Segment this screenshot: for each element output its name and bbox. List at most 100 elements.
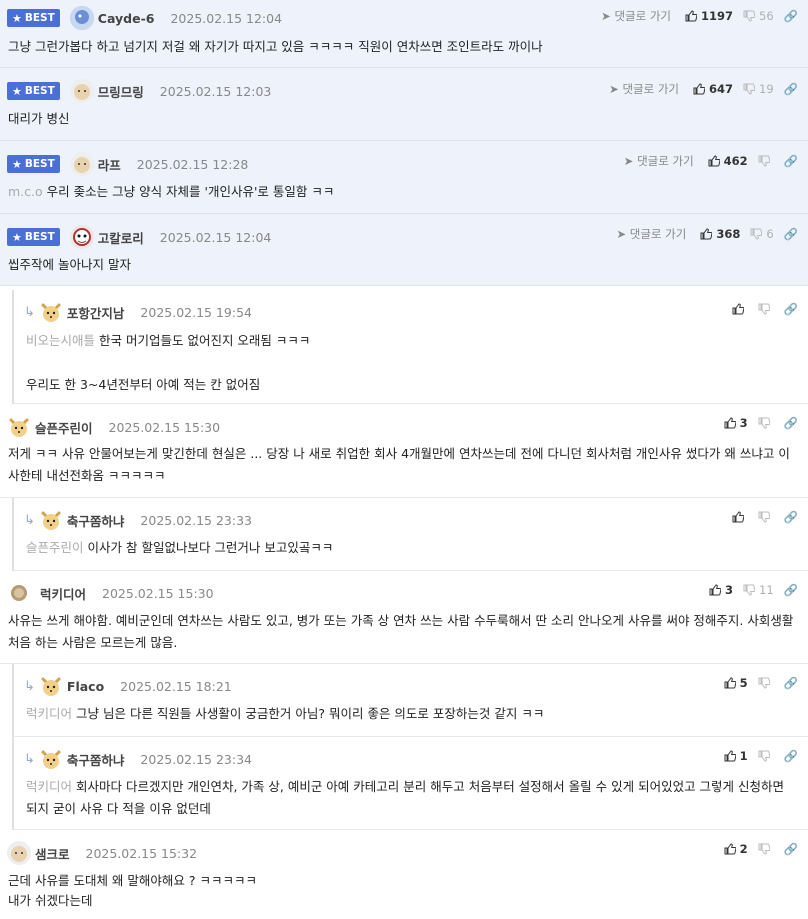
mention[interactable]: 슬픈주린이 [26, 540, 84, 555]
mention[interactable]: 비오는시애틀 [26, 333, 95, 348]
nickname[interactable]: 라프 [98, 155, 121, 174]
comment: 샘크로 2025.02.15 15:32 2 🔗 근데 사유를 도대체 왜 말해… [0, 830, 808, 919]
link-icon[interactable]: 🔗 [784, 82, 798, 96]
comment-text: 럭키디어 회사마다 다르겠지만 개인연차, 가족 상, 예비군 아예 카테고리 분… [26, 779, 785, 816]
downvote-button[interactable]: 6 [750, 227, 774, 241]
reply-comment: ↳ 축구쫌하냐 2025.02.15 23:33 🔗 슬픈주린이 이사가 참 할일… [12, 498, 808, 571]
downvote-button[interactable]: 19 [743, 82, 774, 96]
nickname[interactable]: 축구쫌하냐 [67, 511, 125, 530]
comment-text: 씹주작에 놀아나지 말자 [8, 257, 131, 272]
reply-comment: ↳ Flaco 2025.02.15 18:21 5 🔗 럭키디어 그냥 님은 다… [12, 664, 808, 737]
nickname[interactable]: 슬픈주린이 [35, 418, 93, 437]
downvote-button[interactable]: 56 [743, 9, 774, 23]
upvote-button[interactable]: 368 [700, 227, 740, 241]
goto-comment-link[interactable]: ➤ 댓글로 가기 [624, 153, 694, 169]
avatar[interactable] [7, 415, 31, 439]
goto-comment-link[interactable]: ➤ 댓글로 가기 [609, 81, 679, 97]
downvote-button[interactable]: 11 [743, 583, 774, 597]
nickname[interactable]: 므링므링 [98, 82, 144, 101]
goto-comment-link[interactable]: ➤ 댓글로 가기 [616, 226, 686, 242]
upvote-button[interactable]: 1 [724, 749, 748, 763]
avatar[interactable] [38, 300, 63, 324]
nickname[interactable]: Flaco [67, 679, 104, 694]
nickname[interactable]: 럭키디어 [40, 584, 86, 603]
comment-text: 비오는시애틀 한국 머기업들도 없어진지 오래됨 ㅋㅋㅋ 우리도 한 3~4년전부… [26, 333, 311, 392]
link-icon[interactable]: 🔗 [784, 9, 798, 23]
goto-comment-link[interactable]: ➤ 댓글로 가기 [601, 8, 671, 24]
link-icon[interactable]: 🔗 [784, 416, 798, 430]
comment: 슬픈주린이 2025.02.15 15:30 3 🔗 저게 ㅋㅋ 사유 안물어보… [0, 404, 808, 498]
send-icon: ➤ [601, 9, 611, 23]
avatar[interactable] [10, 584, 28, 602]
thumbs-up-icon [693, 83, 706, 95]
nickname[interactable]: 샘크로 [35, 844, 70, 863]
thumbs-down-icon [758, 303, 770, 315]
nickname[interactable]: 축구쫌하냐 [67, 750, 125, 769]
downvote-button[interactable] [758, 511, 774, 523]
upvote-button[interactable]: 462 [708, 154, 748, 168]
avatar[interactable] [38, 674, 63, 698]
reply-comment: ↳ 포항간지남 2025.02.15 19:54 🔗 비오는시애틀 한국 머기업들… [12, 290, 808, 404]
downvote-button[interactable] [758, 843, 774, 855]
mention[interactable]: m.c.o [8, 184, 43, 199]
link-icon[interactable]: 🔗 [784, 227, 798, 241]
comment-text: 저게 ㅋㅋ 사유 안물어보는게 맞긴한데 현실은 ... 당장 나 새로 취업한… [8, 446, 790, 483]
thumbs-up-icon [732, 511, 744, 523]
link-icon[interactable]: 🔗 [784, 510, 798, 524]
link-icon[interactable]: 🔗 [784, 154, 798, 168]
comment-date: 2025.02.15 12:04 [170, 10, 283, 26]
downvote-button[interactable] [758, 303, 774, 315]
upvote-button[interactable]: 647 [693, 82, 733, 96]
comment-text: 그냥 그런가봅다 하고 넘기지 저걸 왜 자기가 따지고 있음 ㅋㅋㅋㅋ 직원이… [8, 39, 543, 54]
avatar[interactable] [69, 6, 94, 30]
upvote-button[interactable]: 3 [724, 416, 748, 430]
upvote-button[interactable]: 5 [724, 676, 748, 690]
reply-arrow-icon: ↳ [24, 512, 35, 528]
avatar[interactable] [69, 225, 94, 249]
link-icon[interactable]: 🔗 [784, 842, 798, 856]
upvote-button[interactable] [732, 303, 748, 315]
link-icon[interactable]: 🔗 [784, 302, 798, 316]
avatar[interactable] [38, 747, 63, 771]
upvote-button[interactable]: 3 [709, 583, 733, 597]
best-comment: ★ BEST 라프 2025.02.15 12:28 ➤ 댓글로 가기 462 🔗… [0, 141, 808, 214]
comment-date: 2025.02.15 19:54 [140, 304, 252, 320]
thumbs-up-icon [732, 303, 744, 315]
downvote-button[interactable] [758, 677, 774, 689]
thumbs-up-icon [709, 584, 722, 596]
avatar[interactable] [38, 508, 63, 532]
reply-arrow-icon: ↳ [24, 751, 35, 767]
link-icon[interactable]: 🔗 [784, 676, 798, 690]
send-icon: ➤ [616, 227, 627, 241]
reply-comment: ↳ 축구쫌하냐 2025.02.15 23:34 1 🔗 럭키디어 회사마다 다르… [12, 737, 808, 830]
downvote-button[interactable] [758, 417, 774, 429]
comment-text: 럭키디어 그냥 님은 다른 직원들 사생활이 궁금한거 아님? 뭐이리 좋은 의도… [26, 706, 545, 721]
upvote-button[interactable]: 1197 [685, 9, 733, 23]
upvote-button[interactable]: 2 [724, 842, 748, 856]
nickname[interactable]: 고칼로리 [98, 228, 144, 247]
star-icon: ★ [12, 11, 22, 25]
link-icon[interactable]: 🔗 [784, 749, 798, 763]
thumbs-down-icon [743, 10, 756, 22]
thumbs-down-icon [743, 584, 756, 596]
avatar[interactable] [69, 79, 94, 103]
link-icon[interactable]: 🔗 [784, 583, 798, 597]
nickname[interactable]: Cayde-6 [98, 11, 155, 26]
thumbs-down-icon [758, 750, 770, 762]
comment-date: 2025.02.15 12:03 [159, 83, 272, 99]
nickname[interactable]: 포항간지남 [67, 303, 125, 322]
mention[interactable]: 럭키디어 [26, 779, 72, 794]
thumbs-up-icon [724, 750, 736, 762]
downvote-button[interactable] [758, 750, 774, 762]
downvote-button[interactable] [758, 155, 774, 167]
upvote-button[interactable] [732, 511, 748, 523]
avatar[interactable] [7, 841, 31, 865]
comment-text: m.c.o 우리 좆소는 그냥 양식 자체를 '개인사유'로 통일함 ㅋㅋ [8, 184, 335, 199]
thumbs-up-icon [685, 10, 698, 22]
thumbs-down-icon [758, 843, 770, 855]
mention[interactable]: 럭키디어 [26, 706, 72, 721]
thumbs-up-icon [724, 843, 736, 855]
comment-date: 2025.02.15 23:33 [140, 512, 252, 528]
avatar[interactable] [69, 152, 94, 176]
send-icon: ➤ [623, 154, 634, 168]
